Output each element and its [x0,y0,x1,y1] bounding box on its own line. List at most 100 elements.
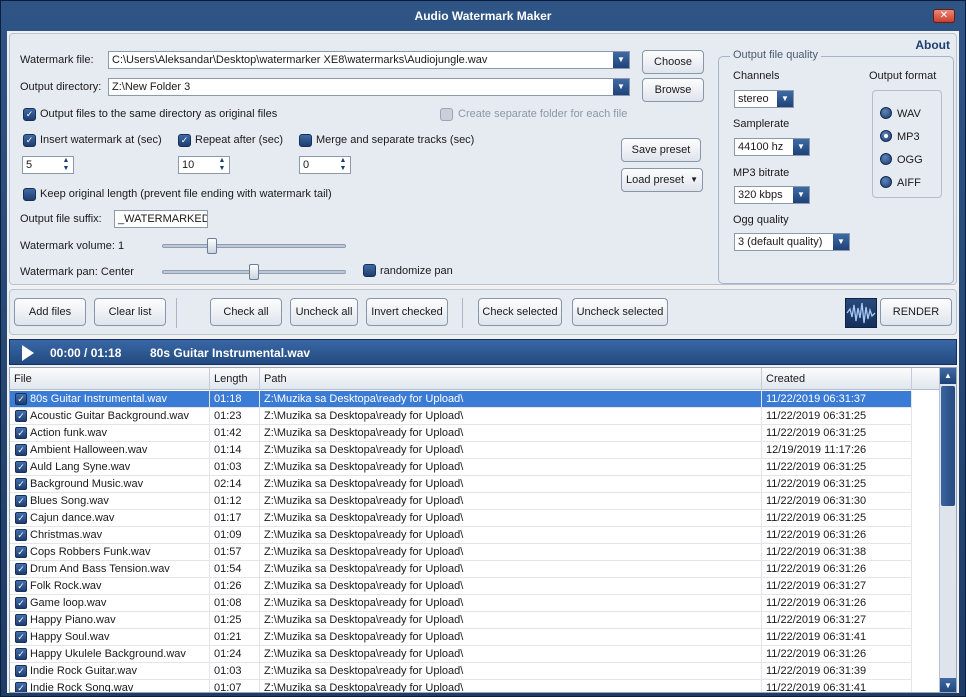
cell-path: Z:\Muzika sa Desktopa\ready for Upload\ [260,578,762,595]
chevron-down-icon[interactable]: ▼ [793,139,809,155]
choose-button[interactable]: Choose [642,50,704,74]
repeat-after-checkbox[interactable]: ✓ [178,134,191,147]
row-checkbox[interactable]: ✓ [15,512,27,524]
keep-length-checkbox[interactable] [23,188,36,201]
table-row[interactable]: ✓ Christmas.wav 01:09 Z:\Muzika sa Desktopa… [10,527,940,544]
chevron-down-icon[interactable]: ▼ [793,187,809,203]
radio-aiff[interactable] [880,176,892,188]
add-files-button[interactable]: Add files [14,298,86,326]
row-checkbox[interactable]: ✓ [15,427,27,439]
merge-spinner[interactable]: 0 ▲ ▼ [299,156,351,174]
table-row[interactable]: ✓ Cajun dance.wav 01:17 Z:\Muzika sa Deskto… [10,510,940,527]
spinner-arrows-icon[interactable]: ▲ ▼ [336,157,350,173]
spinner-arrows-icon[interactable]: ▲ ▼ [59,157,73,173]
about-link[interactable]: About [915,38,950,52]
uncheck-selected-button[interactable]: Uncheck selected [572,298,668,326]
row-checkbox[interactable]: ✓ [15,410,27,422]
samplerate-combo[interactable]: 44100 hz ▼ [734,138,810,156]
table-row[interactable]: ✓ Folk Rock.wav 01:26 Z:\Muzika sa Desktopa… [10,578,940,595]
scroll-down-icon[interactable]: ▼ [940,678,956,692]
table-row[interactable]: ✓ Cops Robbers Funk.wav 01:57 Z:\Muzika sa … [10,544,940,561]
channels-combo[interactable]: stereo ▼ [734,90,794,108]
insert-at-checkbox[interactable]: ✓ [23,134,36,147]
row-checkbox[interactable]: ✓ [15,563,27,575]
chevron-down-icon[interactable]: ▼ [613,79,629,95]
row-checkbox[interactable]: ✓ [15,614,27,626]
repeat-after-spinner[interactable]: 10 ▲ ▼ [178,156,230,174]
close-button[interactable]: ✕ [933,9,955,23]
row-checkbox[interactable]: ✓ [15,631,27,643]
row-checkbox[interactable]: ✓ [15,648,27,660]
play-icon[interactable] [22,345,34,361]
table-row[interactable]: ✓ 80s Guitar Instrumental.wav 01:18 Z:\Muzi… [10,391,940,408]
output-dir-combo[interactable]: Z:\New Folder 3 ▼ [108,78,630,96]
row-checkbox[interactable]: ✓ [15,597,27,609]
chevron-down-icon[interactable]: ▼ [613,52,629,68]
column-header-created[interactable]: Created [762,368,912,390]
row-checkbox[interactable]: ✓ [15,444,27,456]
row-checkbox[interactable]: ✓ [15,682,27,692]
spinner-arrows-icon[interactable]: ▲ ▼ [215,157,229,173]
radio-ogg[interactable] [880,153,892,165]
file-table[interactable]: File Length Path Created ✓ 80s Guitar Ins… [9,367,957,693]
suffix-input[interactable]: _WATERMARKED [114,210,208,228]
volume-slider-track[interactable] [162,244,346,248]
load-preset-button[interactable]: Load preset ▼ [621,168,703,192]
scroll-up-icon[interactable]: ▲ [940,368,956,384]
ogg-quality-combo[interactable]: 3 (default quality) ▼ [734,233,850,251]
check-selected-button[interactable]: Check selected [478,298,562,326]
render-button[interactable]: RENDER [880,298,952,326]
insert-at-spinner[interactable]: 5 ▲ ▼ [22,156,74,174]
table-row[interactable]: ✓ Auld Lang Syne.wav 01:03 Z:\Muzika sa Des… [10,459,940,476]
check-all-button[interactable]: Check all [210,298,282,326]
table-row[interactable]: ✓ Action funk.wav 01:42 Z:\Muzika sa Deskto… [10,425,940,442]
separate-folder-checkbox[interactable] [440,108,453,121]
column-header-path[interactable]: Path [260,368,762,390]
volume-slider-thumb[interactable] [206,238,217,254]
table-row[interactable]: ✓ Indie Rock Song.wav 01:07 Z:\Muzika sa De… [10,680,940,692]
table-row[interactable]: ✓ Acoustic Guitar Background.wav 01:23 Z:\M… [10,408,940,425]
randomize-pan-checkbox[interactable] [363,264,376,277]
row-checkbox[interactable]: ✓ [15,495,27,507]
mp3-bitrate-combo[interactable]: 320 kbps ▼ [734,186,810,204]
chevron-down-icon[interactable]: ▼ [833,234,849,250]
scrollbar-thumb[interactable] [941,386,955,506]
table-row[interactable]: ✓ Happy Soul.wav 01:21 Z:\Muzika sa Desktop… [10,629,940,646]
cell-path: Z:\Muzika sa Desktopa\ready for Upload\ [260,493,762,510]
table-row[interactable]: ✓ Blues Song.wav 01:12 Z:\Muzika sa Desktop… [10,493,940,510]
format-label: Output format [869,70,937,82]
table-row[interactable]: ✓ Ambient Halloween.wav 01:14 Z:\Muzika sa … [10,442,940,459]
same-dir-checkbox[interactable]: ✓ [23,108,36,121]
uncheck-all-button[interactable]: Uncheck all [290,298,358,326]
table-row[interactable]: ✓ Happy Ukulele Background.wav 01:24 Z:\Muz… [10,646,940,663]
radio-wav[interactable] [880,107,892,119]
table-row[interactable]: ✓ Indie Rock Guitar.wav 01:03 Z:\Muzika sa … [10,663,940,680]
clear-list-button[interactable]: Clear list [94,298,166,326]
invert-checked-button[interactable]: Invert checked [366,298,448,326]
save-preset-button[interactable]: Save preset [621,138,701,162]
row-checkbox[interactable]: ✓ [15,529,27,541]
chevron-down-icon[interactable]: ▼ [777,91,793,107]
row-checkbox[interactable]: ✓ [15,393,27,405]
cell-path: Z:\Muzika sa Desktopa\ready for Upload\ [260,663,762,680]
row-checkbox[interactable]: ✓ [15,665,27,677]
row-checkbox[interactable]: ✓ [15,546,27,558]
vertical-scrollbar[interactable]: ▲ ▼ [939,368,956,692]
table-row[interactable]: ✓ Drum And Bass Tension.wav 01:54 Z:\Muzika… [10,561,940,578]
watermark-file-combo[interactable]: C:\Users\Aleksandar\Desktop\watermarker … [108,51,630,69]
table-row[interactable]: ✓ Happy Piano.wav 01:25 Z:\Muzika sa Deskto… [10,612,940,629]
cell-created: 11/22/2019 06:31:38 [762,544,912,561]
merge-checkbox[interactable] [299,134,312,147]
row-checkbox[interactable]: ✓ [15,580,27,592]
table-row[interactable]: ✓ Background Music.wav 02:14 Z:\Muzika sa D… [10,476,940,493]
radio-mp3[interactable] [880,130,892,142]
list-toolbar: Add files Clear list Check all Uncheck a… [9,289,957,335]
column-header-length[interactable]: Length [210,368,260,390]
browse-button[interactable]: Browse [642,78,704,102]
table-row[interactable]: ✓ Game loop.wav 01:08 Z:\Muzika sa Desktopa… [10,595,940,612]
row-checkbox[interactable]: ✓ [15,478,27,490]
pan-slider-thumb[interactable] [249,264,259,280]
column-header-file[interactable]: File [10,368,210,390]
row-checkbox[interactable]: ✓ [15,461,27,473]
channels-value: stereo [738,93,769,105]
